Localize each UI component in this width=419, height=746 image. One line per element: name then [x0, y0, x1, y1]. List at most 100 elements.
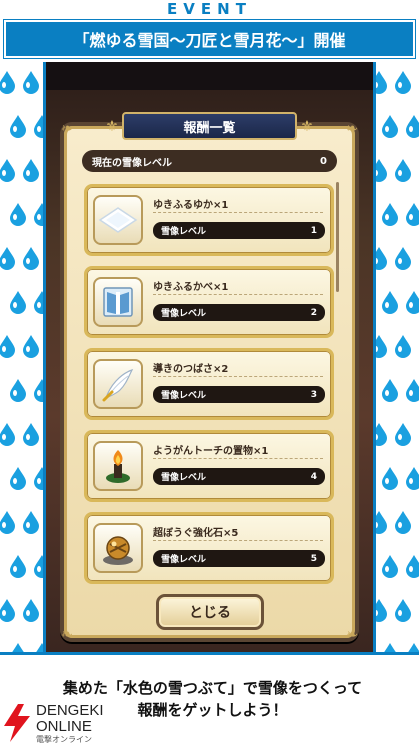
- water-drop-icon: [10, 291, 26, 314]
- requirement-label: 雪像レベル: [161, 309, 207, 319]
- requirement-value: 3: [310, 389, 317, 400]
- lava-torch-icon: [106, 450, 130, 483]
- reward-item[interactable]: ゆきふるかべ×1 雪像レベル 2: [84, 266, 334, 338]
- water-drop-icon: [23, 159, 39, 182]
- close-button[interactable]: とじる: [156, 594, 264, 630]
- game-screen: ❧ ❧ ❧ ❧ ⚜ 報酬一覧 ⚜ 現在の雪像レベル 0 ゆきふるゆか×1 雪像レ…: [46, 62, 373, 652]
- event-label: EVENT: [167, 0, 252, 18]
- requirement-value: 1: [310, 225, 317, 236]
- lightning-icon: [4, 704, 30, 742]
- water-drop-icon: [406, 555, 419, 578]
- water-drop-icon: [395, 247, 411, 270]
- water-drop-icon: [384, 643, 396, 652]
- current-level-value: 0: [320, 155, 327, 167]
- water-drop-icon: [376, 247, 387, 270]
- snow-wall-icon: [103, 287, 133, 317]
- logo-text-3: 電撃オンライン: [36, 735, 92, 744]
- reward-icon-frame: [93, 195, 143, 245]
- water-drop-icon: [34, 291, 43, 314]
- water-drop-icon: [395, 599, 411, 622]
- water-drop-icon: [0, 71, 15, 94]
- caption-line-1: 集めた「水色の雪つぶて」で雪像をつくって: [62, 679, 363, 697]
- reward-name: 導きのつばさ×2: [153, 364, 229, 375]
- water-drop-icon: [0, 511, 15, 534]
- right-drop-pattern: [373, 62, 419, 652]
- water-drop-icon: [406, 379, 419, 402]
- water-drop-icon: [0, 247, 15, 270]
- wing-icon: [102, 368, 134, 402]
- water-drop-icon: [0, 335, 15, 358]
- current-level-label: 現在の雪像レベル: [92, 157, 172, 169]
- reward-name: ゆきふるゆか×1: [153, 200, 229, 211]
- requirement-label: 雪像レベル: [161, 555, 207, 565]
- reward-item[interactable]: 導きのつばさ×2 雪像レベル 3: [84, 348, 334, 420]
- game-top-bar: [46, 62, 373, 90]
- corner-ornament-icon: ❧: [346, 121, 358, 137]
- reward-list-modal: ❧ ❧ ❧ ❧ ⚜ 報酬一覧 ⚜ 現在の雪像レベル 0 ゆきふるゆか×1 雪像レ…: [60, 112, 359, 643]
- water-drop-icon: [23, 599, 39, 622]
- divider: [153, 458, 323, 459]
- water-drop-icon: [395, 511, 411, 534]
- water-drop-icon: [376, 335, 387, 358]
- water-drop-icon: [408, 643, 419, 652]
- water-drop-icon: [406, 203, 419, 226]
- divider: [153, 376, 323, 377]
- water-drop-icon: [382, 291, 398, 314]
- water-drop-icon: [382, 555, 398, 578]
- logo-text-1: DENGEKI: [36, 702, 104, 719]
- water-drop-icon: [10, 379, 26, 402]
- event-title: 「燃ゆる雪国～刀匠と雪月花～」開催: [73, 31, 346, 50]
- modal-title: 報酬一覧: [183, 120, 236, 136]
- armor-stone-icon: [103, 536, 133, 565]
- reward-icon-frame: [93, 359, 143, 409]
- water-drop-icon: [376, 599, 387, 622]
- reward-list[interactable]: ゆきふるゆか×1 雪像レベル 1 ゆきふるかべ×1 雪像レベル 2 導きのつばさ…: [84, 178, 339, 584]
- water-drop-icon: [10, 555, 26, 578]
- water-drop-icon: [34, 203, 43, 226]
- reward-item[interactable]: 超ぼうぐ強化石×5 雪像レベル 5: [84, 512, 334, 584]
- water-drop-icon: [10, 467, 26, 490]
- water-drop-icon: [382, 115, 398, 138]
- reward-name: 超ぼうぐ強化石×5: [153, 528, 239, 539]
- water-drop-icon: [382, 467, 398, 490]
- water-drop-icon: [10, 203, 26, 226]
- water-drop-icon: [34, 467, 43, 490]
- water-drop-icon: [0, 423, 15, 446]
- water-drop-icon: [12, 643, 24, 652]
- reward-item[interactable]: ようがんトーチの置物×1 雪像レベル 4: [84, 430, 334, 502]
- reward-item[interactable]: ゆきふるゆか×1 雪像レベル 1: [84, 184, 334, 256]
- water-drop-icon: [395, 71, 411, 94]
- water-drop-icon: [34, 379, 43, 402]
- requirement-label: 雪像レベル: [161, 391, 207, 401]
- water-drop-icon: [23, 247, 39, 270]
- dengeki-online-logo: DENGEKI ONLINE 電撃オンライン: [0, 700, 140, 746]
- requirement-bar: 雪像レベル 1: [153, 222, 325, 239]
- left-drop-pattern: [0, 62, 46, 652]
- reward-icon-frame: [93, 441, 143, 491]
- corner-ornament-icon: ❧: [61, 121, 73, 137]
- divider: [153, 294, 323, 295]
- close-button-label: とじる: [189, 605, 231, 621]
- list-scrollbar[interactable]: [336, 182, 339, 292]
- title-banner: 「燃ゆる雪国～刀匠と雪月花～」開催: [4, 20, 415, 58]
- water-drop-icon: [23, 423, 39, 446]
- requirement-label: 雪像レベル: [161, 227, 207, 237]
- reward-name: ゆきふるかべ×1: [153, 282, 229, 293]
- water-drop-icon: [406, 467, 419, 490]
- water-drop-icon: [36, 643, 43, 652]
- current-level-row: 現在の雪像レベル 0: [82, 150, 337, 172]
- water-drop-icon: [376, 159, 387, 182]
- divider: [153, 212, 323, 213]
- water-drop-icon: [382, 203, 398, 226]
- reward-name: ようがんトーチの置物×1: [153, 446, 269, 457]
- water-drop-icon: [23, 71, 39, 94]
- fleur-ornament-icon: ⚜: [105, 117, 119, 135]
- water-drop-icon: [395, 423, 411, 446]
- event-bar: EVENT: [0, 0, 419, 18]
- requirement-label: 雪像レベル: [161, 473, 207, 483]
- water-drop-icon: [395, 159, 411, 182]
- divider: [153, 540, 323, 541]
- corner-ornament-icon: ❧: [346, 627, 358, 643]
- water-drop-icon: [0, 159, 15, 182]
- requirement-bar: 雪像レベル 4: [153, 468, 325, 485]
